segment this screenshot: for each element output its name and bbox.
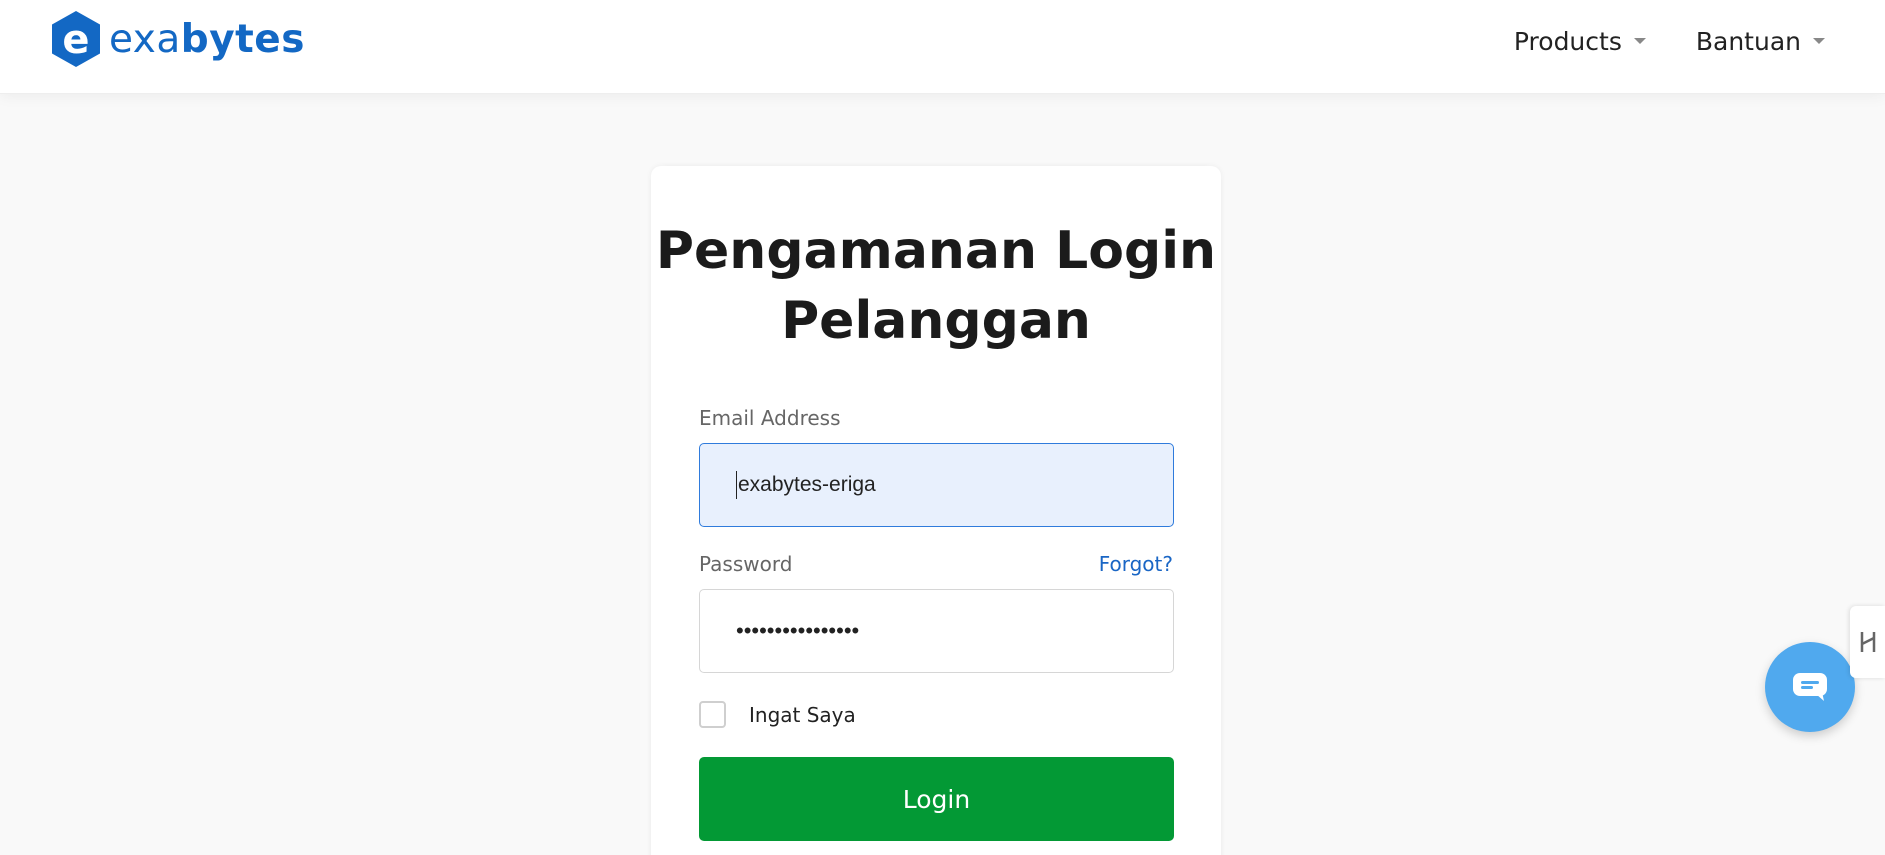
- chat-launcher-button[interactable]: [1765, 642, 1855, 732]
- caret-down-icon: [1633, 38, 1646, 44]
- brand-wordmark: exabytes: [109, 20, 305, 59]
- nav-item-bantuan[interactable]: Bantuan: [1696, 22, 1825, 60]
- email-field-value: exabytes-eriga: [738, 473, 876, 496]
- login-button[interactable]: Login: [699, 757, 1174, 841]
- hotjar-icon: [1860, 632, 1875, 652]
- nav-item-label: Products: [1513, 26, 1622, 56]
- chat-bubble-icon: [1793, 673, 1827, 701]
- main-nav: Products Bantuan: [1464, 22, 1825, 60]
- feedback-side-tab[interactable]: [1850, 606, 1885, 678]
- password-label: Password: [699, 552, 793, 576]
- caret-down-icon: [1813, 38, 1825, 44]
- nav-item-label: Bantuan: [1695, 26, 1801, 56]
- svg-text:e: e: [62, 17, 89, 63]
- exabytes-logo-icon: e: [52, 11, 100, 67]
- email-label: Email Address: [699, 406, 841, 430]
- password-field-value: ••••••••••••••••: [736, 618, 860, 643]
- nav-item-products[interactable]: Products: [1514, 22, 1646, 60]
- page-title-line1: Pengamanan Login: [655, 221, 1217, 281]
- password-field[interactable]: ••••••••••••••••: [699, 589, 1174, 673]
- brand-name-part1: exa: [109, 16, 181, 62]
- forgot-password-link[interactable]: Forgot?: [1099, 552, 1173, 576]
- text-cursor: [736, 471, 737, 499]
- page-title: Pengamanan Login Pelanggan: [651, 216, 1221, 356]
- remember-me-label[interactable]: Ingat Saya: [749, 703, 856, 727]
- top-navbar: e exabytes Products Bantuan: [0, 0, 1885, 94]
- exabytes-logo[interactable]: e exabytes: [49, 9, 305, 69]
- remember-me-checkbox[interactable]: [699, 701, 726, 728]
- brand-name-part2: bytes: [180, 16, 305, 62]
- email-field[interactable]: exabytes-eriga: [699, 443, 1174, 527]
- login-card: Pengamanan Login Pelanggan Email Address…: [651, 166, 1221, 855]
- page-title-line2: Pelanggan: [781, 291, 1091, 351]
